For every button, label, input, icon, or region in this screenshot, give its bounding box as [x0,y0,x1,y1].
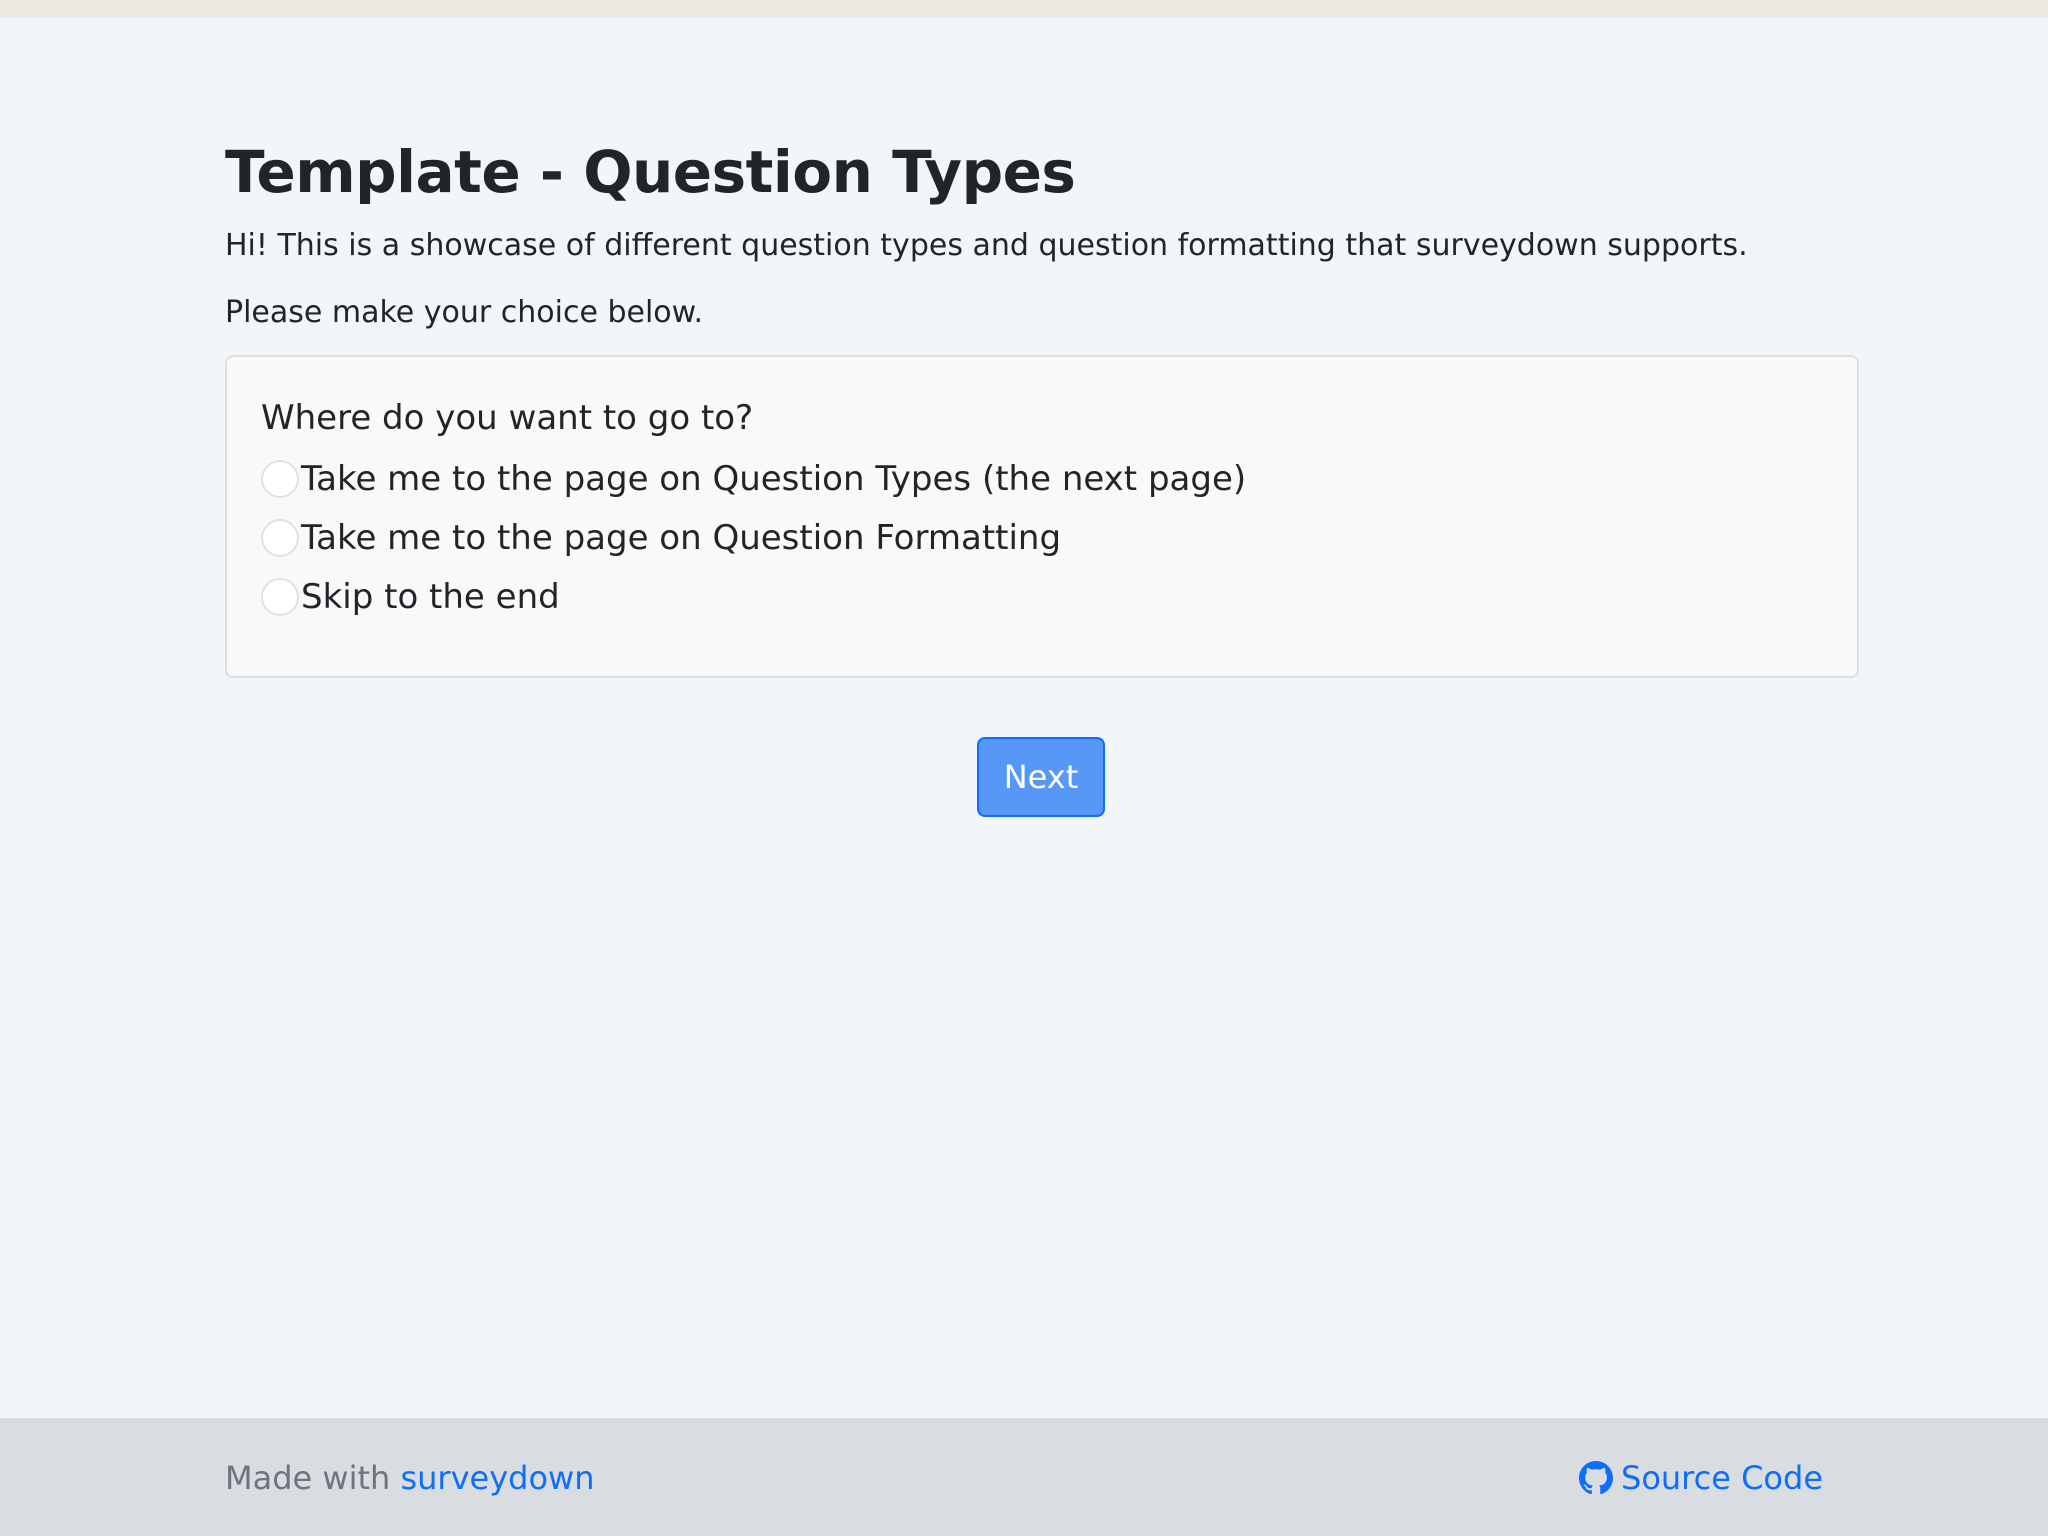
source-code-link[interactable]: Source Code [1579,1458,1823,1498]
made-with-text: Made with [225,1459,391,1497]
made-with-credit: Made with surveydown [225,1458,594,1498]
survey-page: Template - Question Types Hi! This is a … [225,130,1859,678]
surveydown-link[interactable]: surveydown [400,1459,594,1497]
next-button-container: Next [977,737,1105,817]
source-code-label: Source Code [1621,1459,1823,1497]
radio-button[interactable] [261,577,299,616]
next-button[interactable]: Next [977,737,1105,817]
instruction-text: Please make your choice below. [225,295,703,330]
footer: Made with surveydown Source Code [0,1418,2048,1536]
radio-button[interactable] [261,518,299,557]
option-question-types[interactable]: Take me to the page on Question Types (t… [261,449,1823,508]
question-label: Where do you want to go to? [261,398,754,438]
github-icon [1579,1461,1613,1495]
top-bar [0,0,2048,18]
intro-text: Hi! This is a showcase of different ques… [225,228,1748,263]
option-label: Take me to the page on Question Types (t… [301,458,1247,499]
option-label: Skip to the end [301,576,560,617]
option-skip-to-end[interactable]: Skip to the end [261,567,1823,626]
question-card: Where do you want to go to? Take me to t… [225,355,1859,678]
radio-button[interactable] [261,459,299,498]
option-question-formatting[interactable]: Take me to the page on Question Formatti… [261,508,1823,567]
option-label: Take me to the page on Question Formatti… [301,517,1062,558]
page-title: Template - Question Types [225,138,1076,206]
